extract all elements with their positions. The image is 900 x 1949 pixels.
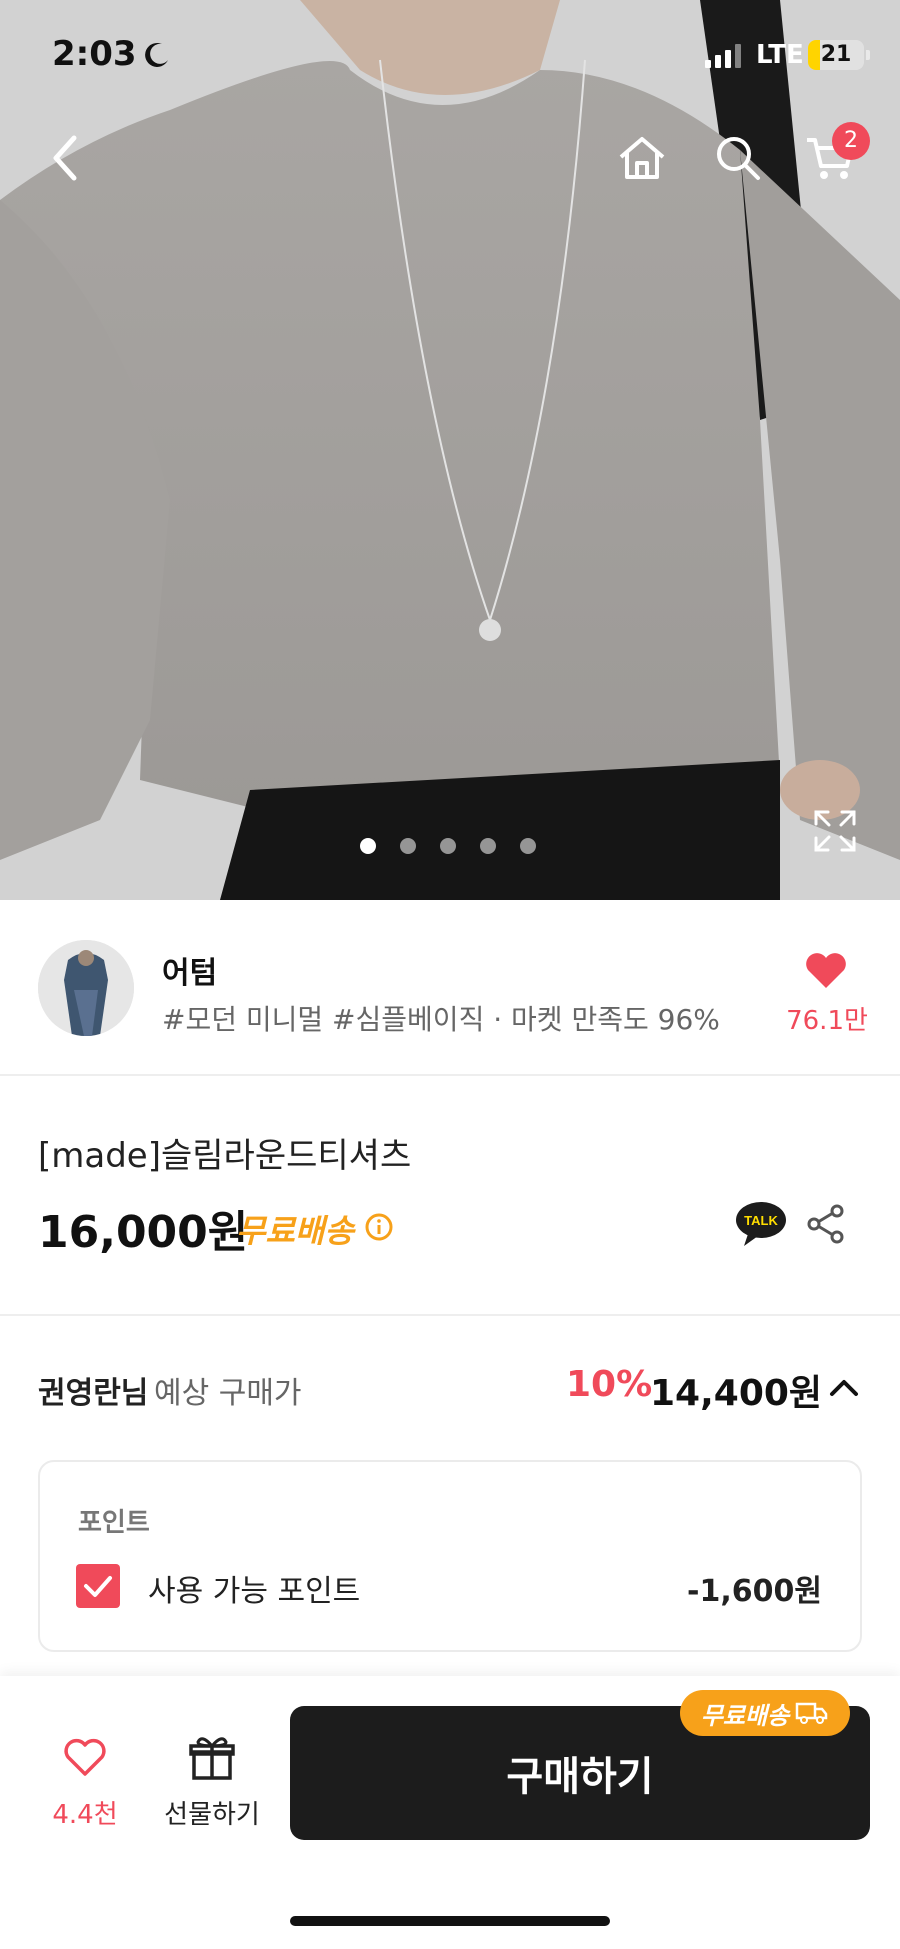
user-name: 권영란님 [38,1376,149,1411]
kakao-talk-button[interactable]: TALK [734,1200,788,1248]
battery-tip [866,50,870,60]
carousel-dot[interactable] [520,838,536,854]
carousel-indicator [360,838,536,854]
shop-tags: #모던 미니멀 #심플베이직 · 마켓 만족도 96% [162,1003,720,1036]
check-icon [84,1576,112,1597]
point-label: 사용 가능 포인트 [148,1574,361,1609]
battery-icon: 21 [808,40,864,70]
point-checkbox[interactable] [76,1564,120,1608]
point-box: 포인트 사용 가능 포인트 -1,600원 [38,1460,862,1652]
talk-label: TALK [744,1213,778,1228]
gift-icon [189,1737,235,1780]
wishlist-count: 4.4천 [52,1800,118,1830]
expand-icon[interactable] [812,808,858,854]
wishlist-button[interactable]: 4.4천 [40,1736,130,1846]
free-shipping-badge: 무료배송 [680,1690,850,1736]
share-icon[interactable] [806,1204,846,1244]
point-value: -1,600원 [687,1574,822,1609]
carousel-dot[interactable] [360,838,376,854]
carousel-dot[interactable] [440,838,456,854]
product-price: 16,000원 [38,1207,249,1258]
carousel-dot[interactable] [480,838,496,854]
search-button[interactable] [708,128,768,188]
shop-name: 어텀 [162,956,218,991]
carousel-dot[interactable] [400,838,416,854]
discount-rate: 10% [566,1364,653,1405]
home-button[interactable] [612,128,672,188]
home-indicator [290,1916,610,1926]
moon-icon [145,42,168,67]
section-divider [0,1314,900,1316]
estimated-price-row[interactable]: 권영란님 예상 구매가 10% 14,400원 [38,1364,862,1414]
battery-level: 21 [820,42,852,67]
gift-button[interactable]: 선물하기 [156,1734,268,1844]
network-label: LTE [756,40,804,70]
status-bar: 2:03 LTE 21 [0,0,900,110]
back-button[interactable] [36,128,96,188]
search-icon [717,137,760,180]
shop-info[interactable]: 어텀 #모던 미니멀 #심플베이직 · 마켓 만족도 96% 76.1만 [0,900,900,1076]
shop-avatar[interactable] [38,940,134,1036]
point-heading: 포인트 [78,1508,150,1538]
heart-icon[interactable] [804,950,848,990]
estimated-price: 14,400원 [650,1373,823,1414]
cart-count-badge: 2 [832,122,870,160]
home-icon [619,137,665,179]
product-title: [made]슬림라운드티셔츠 [38,1136,412,1176]
estimated-price-label: 예상 구매가 [154,1376,302,1411]
heart-outline-icon [64,1738,106,1776]
bottom-action-bar: 4.4천 선물하기 구매하기 무료배송 [0,1676,900,1949]
signal-icon [705,44,741,68]
status-time: 2:03 [52,34,137,74]
gift-label: 선물하기 [164,1800,260,1830]
info-icon[interactable] [364,1212,394,1242]
shop-like-count: 76.1만 [786,1006,868,1036]
free-shipping-badge-label: 무료배송 [700,1701,790,1730]
talk-icon: TALK [736,1202,786,1246]
shop-avatar-image [38,940,134,1036]
free-shipping-label: 무료배송 [236,1212,354,1250]
truck-icon [795,1702,828,1724]
chevron-up-icon[interactable] [826,1372,862,1402]
chevron-left-icon [53,135,77,181]
product-image-carousel[interactable]: 2:03 LTE 21 2 [0,0,900,900]
